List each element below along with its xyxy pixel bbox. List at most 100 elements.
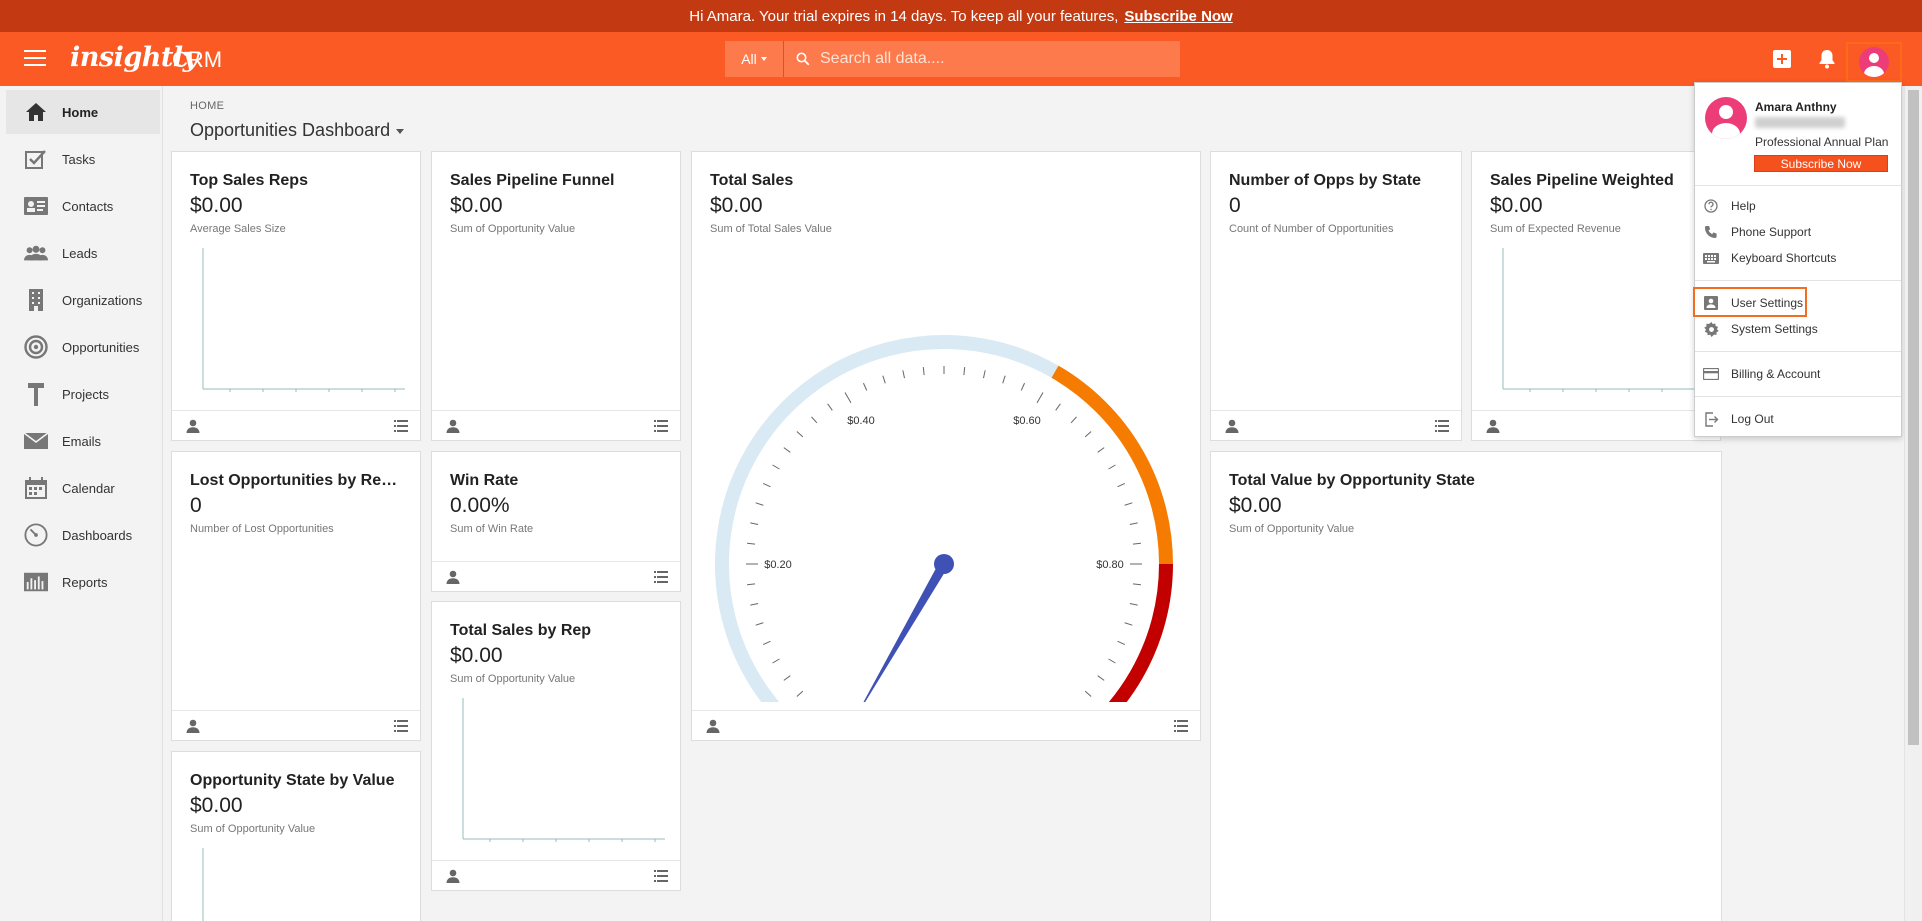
user-filter-icon[interactable]: [446, 419, 460, 433]
gauge-minor-tick: [1055, 403, 1061, 411]
card-footer: [172, 710, 420, 740]
card-footer: [1211, 410, 1461, 440]
divider: [1695, 280, 1901, 281]
list-view-icon[interactable]: [1174, 720, 1188, 732]
breadcrumb[interactable]: HOME: [190, 100, 224, 112]
user-name: Amara Anthny: [1755, 100, 1837, 114]
user-filter-icon[interactable]: [446, 570, 460, 584]
dashboard-selector[interactable]: Opportunities Dashboard: [190, 120, 405, 141]
sidebar-item-tasks[interactable]: Tasks: [6, 137, 160, 181]
app-name: CRM: [172, 47, 223, 72]
gauge-minor-tick: [747, 542, 756, 545]
card-footer: [432, 860, 680, 890]
avatar: [1705, 97, 1747, 139]
list-view-icon[interactable]: [654, 870, 668, 882]
gauge-minor-tick: [983, 370, 986, 379]
sidebar-item-label: Organizations: [62, 292, 143, 308]
user-filter-icon[interactable]: [1486, 419, 1500, 433]
gauge-minor-tick: [863, 382, 868, 391]
sidebar-item-label: Emails: [62, 433, 102, 449]
search-scope-dropdown[interactable]: All: [725, 41, 784, 77]
sidebar-item-projects[interactable]: Projects: [6, 372, 160, 416]
user-dropdown-menu: Amara Anthny Professional Annual Plan Su…: [1694, 82, 1902, 437]
card-title: Lost Opportunities by Reas...: [190, 472, 404, 489]
gauge-needle: [863, 561, 949, 702]
subscribe-now-link[interactable]: Subscribe Now: [1124, 8, 1232, 25]
gauge-chart: $0.00$0.20$0.40$0.60$0.80$1.00: [715, 335, 1173, 702]
card-value: $0.00: [450, 644, 503, 667]
menu-item-system-settings[interactable]: System Settings: [1695, 317, 1901, 341]
user-filter-icon[interactable]: [706, 719, 720, 733]
sidebar-item-opportunities[interactable]: Opportunities: [6, 325, 160, 369]
sidebar-item-organizations[interactable]: Organizations: [6, 278, 160, 322]
menu-item-billing-account[interactable]: Billing & Account: [1695, 362, 1901, 386]
list-view-icon[interactable]: [394, 420, 408, 432]
menu-item-label: Keyboard Shortcuts: [1731, 251, 1837, 265]
list-view-icon[interactable]: [654, 420, 668, 432]
menu-item-log-out[interactable]: Log Out: [1695, 407, 1901, 431]
subscribe-now-button[interactable]: Subscribe Now: [1754, 155, 1888, 172]
sidebar-item-emails[interactable]: Emails: [6, 419, 160, 463]
gauge-needle-hub: [934, 554, 954, 574]
card-value: 0: [190, 494, 202, 517]
card-subtitle: Sum of Expected Revenue: [1490, 223, 1621, 235]
tasks-icon: [24, 147, 48, 171]
add-new-icon[interactable]: [1769, 46, 1795, 72]
gauge-tick-label: $0.20: [764, 559, 792, 571]
gauge-minor-tick: [772, 464, 780, 470]
help-icon: [1703, 198, 1719, 214]
sidebar-item-label: Projects: [62, 386, 109, 402]
user-filter-icon[interactable]: [446, 869, 460, 883]
gauge-major-tick: [844, 392, 852, 404]
gauge-minor-tick: [1097, 675, 1105, 681]
menu-item-keyboard-shortcuts[interactable]: Keyboard Shortcuts: [1695, 246, 1901, 270]
page-scrollbar[interactable]: [1904, 86, 1922, 921]
gauge-minor-tick: [747, 583, 756, 586]
card-title: Top Sales Reps: [190, 172, 308, 189]
notifications-bell-icon[interactable]: [1814, 46, 1840, 72]
user-avatar-button[interactable]: [1846, 42, 1902, 82]
divider: [1695, 396, 1901, 397]
menu-item-label: System Settings: [1731, 322, 1818, 336]
menu-item-label: User Settings: [1731, 296, 1804, 310]
sidebar-item-calendar[interactable]: Calendar: [6, 466, 160, 510]
gauge-minor-tick: [762, 640, 771, 645]
card-title: Number of Opps by State: [1229, 172, 1422, 189]
hamburger-menu-icon[interactable]: [24, 50, 46, 68]
menu-item-user-settings[interactable]: User Settings: [1695, 291, 1901, 315]
card-title: Sales Pipeline Weighted: [1490, 172, 1674, 189]
user-filter-icon[interactable]: [1225, 419, 1239, 433]
list-view-icon[interactable]: [394, 720, 408, 732]
card-footer: [692, 710, 1200, 740]
card-value: $0.00: [190, 794, 243, 817]
card-sales-pipeline-weighted: Sales Pipeline Weighted $0.00 Sum of Exp…: [1471, 151, 1721, 441]
credit-card-icon: [1703, 366, 1719, 382]
card-footer: [1472, 410, 1720, 440]
card-footer: [432, 410, 680, 440]
leads-icon: [24, 241, 48, 265]
gauge-minor-tick: [755, 622, 764, 626]
chevron-down-icon: [760, 57, 767, 61]
search-input[interactable]: [820, 50, 1180, 68]
sidebar-item-dashboards[interactable]: Dashboards: [6, 513, 160, 557]
menu-item-help[interactable]: Help: [1695, 194, 1901, 218]
top-navbar: insightly CRM All: [0, 32, 1922, 86]
page-title: Opportunities Dashboard: [190, 120, 391, 140]
list-view-icon[interactable]: [1435, 420, 1449, 432]
avatar: [1859, 47, 1889, 77]
list-view-icon[interactable]: [654, 571, 668, 583]
sidebar-item-home[interactable]: Home: [6, 90, 160, 134]
user-filter-icon[interactable]: [186, 419, 200, 433]
sidebar-item-contacts[interactable]: Contacts: [6, 184, 160, 228]
card-subtitle: Number of Lost Opportunities: [190, 523, 334, 535]
card-title: Opportunity State by Value: [190, 772, 395, 789]
gauge-minor-tick: [796, 690, 804, 697]
card-subtitle: Sum of Opportunity Value: [450, 673, 576, 685]
chevron-down-icon: [396, 128, 405, 134]
divider: [1695, 185, 1901, 186]
menu-item-phone-support[interactable]: Phone Support: [1695, 220, 1901, 244]
user-filter-icon[interactable]: [186, 719, 200, 733]
sidebar-item-reports[interactable]: Reports: [6, 560, 160, 604]
scrollbar-thumb[interactable]: [1908, 90, 1919, 745]
sidebar-item-leads[interactable]: Leads: [6, 231, 160, 275]
